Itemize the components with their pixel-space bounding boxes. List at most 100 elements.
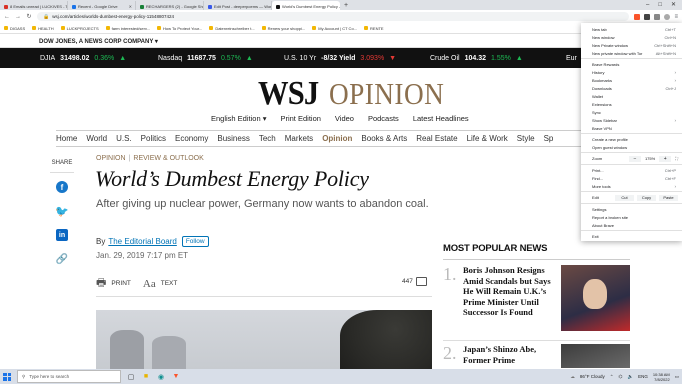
browser-tab[interactable]: Edit Post - deeperpoems — WordPr...✕ [204,1,272,10]
link-icon[interactable]: 🔗 [56,253,68,265]
most-popular-item[interactable]: 1. Boris Johnson Resigns Amid Scandals b… [443,265,630,331]
bookmark-item[interactable]: LUCKPROJECTS [60,26,99,31]
edge-icon[interactable]: ◉ [157,373,165,381]
menu-item-new-private-window[interactable]: New Private window Ctrl+Shift+N [581,41,682,49]
nav-link-u-s-[interactable]: U.S. [116,134,132,143]
author-link[interactable]: The Editorial Board [108,237,176,246]
notifications-icon[interactable]: ▭ [675,374,679,380]
paste-button[interactable]: Paste [659,194,678,201]
windows-start-icon[interactable] [3,372,11,381]
subnav-link[interactable]: Video [335,114,354,123]
nav-link-sp[interactable]: Sp [544,134,554,143]
bookmark-item[interactable]: farm interested/serv... [105,26,150,31]
menu-item-new-window[interactable]: New window Ctrl+N [581,33,682,41]
fullscreen-icon[interactable]: ⛶ [675,156,678,161]
item-headline[interactable]: Japan’s Shinzo Abe, Former Prime [463,344,555,368]
menu-item-create-a-new-profile[interactable]: Create a new profile [581,135,682,143]
bookmark-item[interactable]: Renew your shoppi... [261,26,305,31]
kicker-sub[interactable]: REVIEW & OUTLOOK [133,155,203,162]
close-window-button[interactable]: ✕ [671,1,676,10]
brave-icon[interactable]: ▼ [172,373,180,381]
zoom-in-button[interactable]: + [659,155,672,162]
browser-tab[interactable]: 8 Emails unread | LUCKIVES - Traprox✕ [0,1,68,10]
subnav-link[interactable]: English Edition ▾ [211,114,266,123]
browser-tab[interactable]: Recent - Google Drive ✕ [68,1,136,10]
nav-link-economy[interactable]: Economy [175,134,208,143]
brave-shield-icon[interactable] [634,13,641,20]
menu-item-print[interactable]: Print... Ctrl+P [581,166,682,174]
bookmark-item[interactable]: HEALTH [32,26,54,31]
nav-link-books-arts[interactable]: Books & Arts [361,134,407,143]
comments-button[interactable]: 447 [402,277,427,286]
forward-icon[interactable]: → [15,14,21,20]
nav-link-home[interactable]: Home [56,134,77,143]
copy-button[interactable]: Copy [637,194,656,201]
item-thumbnail[interactable] [561,344,630,368]
twitter-icon[interactable]: 🐦 [55,205,69,218]
menu-item-show-sidebar[interactable]: Show Sidebar › [581,116,682,124]
url-input[interactable]: 🔒 wsj.com/articles/worlds-dumbest-energy… [37,12,630,21]
menu-item-bookmarks[interactable]: Bookmarks › [581,76,682,84]
menu-item-extensions[interactable]: Extensions [581,100,682,108]
menu-item-new-tab[interactable]: New tab Ctrl+T [581,25,682,33]
nav-link-real-estate[interactable]: Real Estate [416,134,457,143]
bookmark-item[interactable]: Datenreinschreiber t... [209,26,255,31]
nav-link-style[interactable]: Style [517,134,535,143]
volume-icon[interactable]: 🔈 [627,374,633,380]
file-explorer-icon[interactable]: ■ [142,373,150,381]
menu-item-sync[interactable]: Sync [581,108,682,116]
ticker-item[interactable]: Crude Oil 104.32 1.55% ▲ [430,55,523,62]
puzzle-icon[interactable] [654,13,661,20]
taskbar-search[interactable]: ⚲ Type here to search [17,370,121,383]
bookmark-item[interactable]: How To Protect Your... [157,26,202,31]
new-tab-button[interactable]: + [340,1,352,10]
minimize-button[interactable]: – [646,1,649,10]
nav-link-life-work[interactable]: Life & Work [467,134,508,143]
subnav-link[interactable]: Podcasts [368,114,399,123]
text-size-button[interactable]: Aa TEXT [143,278,177,290]
follow-button[interactable]: Follow [181,236,209,247]
subnav-link[interactable]: Latest Headlines [413,114,469,123]
ticker-item[interactable]: Nasdaq 11687.75 0.57% ▲ [158,55,253,62]
bookmark-item[interactable]: RENTE [364,26,384,31]
menu-item-exit[interactable]: Exit [581,232,682,240]
language-indicator[interactable]: ENG [638,374,648,379]
profile-icon[interactable] [664,13,671,20]
menu-icon[interactable]: ≡ [674,14,678,20]
menu-item-about-brave[interactable]: About Brave [581,221,682,229]
nav-link-politics[interactable]: Politics [141,134,166,143]
browser-tab[interactable]: World's Dumbest Energy Policy - WSJ✕ [272,1,340,10]
menu-item-new-private-window-with-tor[interactable]: New private window with Tor Alt+Shift+N [581,49,682,57]
ticker-item[interactable]: Eur [566,55,577,62]
maximize-button[interactable]: □ [658,1,662,10]
menu-item-history[interactable]: History › [581,68,682,76]
nav-link-opinion[interactable]: Opinion [322,134,352,143]
menu-item-brave-rewards[interactable]: Brave Rewards [581,60,682,68]
clock[interactable]: 10:38 AM 7/8/2022 [653,372,670,382]
linkedin-icon[interactable]: in [56,229,68,241]
bookmark-item[interactable]: DIGASS [4,26,25,31]
network-icon[interactable]: ⌬ [619,374,623,380]
menu-item-find[interactable]: Find... Ctrl+F [581,174,682,182]
weather-text[interactable]: 86°F Cloudy [580,374,605,379]
nav-link-world[interactable]: World [86,134,107,143]
menu-item-settings[interactable]: Settings [581,205,682,213]
facebook-icon[interactable]: f [56,181,68,193]
nav-link-markets[interactable]: Markets [285,134,313,143]
menu-item-more-tools[interactable]: More tools › [581,182,682,190]
nav-link-tech[interactable]: Tech [259,134,276,143]
back-icon[interactable]: ← [4,14,10,20]
tray-arrow-icon[interactable]: ⌃ [610,374,614,380]
print-button[interactable]: 🖶 PRINT [96,274,131,293]
ticker-item[interactable]: DJIA 31498.02 0.36% ▲ [40,55,126,62]
nav-link-business[interactable]: Business [217,134,249,143]
tab-close-icon[interactable]: ✕ [129,4,132,9]
ticker-item[interactable]: U.S. 10 Yr -8/32 Yield 3.093% ▼ [284,55,396,62]
extension-icon[interactable] [644,13,651,20]
menu-item-brave-vpn[interactable]: Brave VPN [581,124,682,132]
menu-item-wallet[interactable]: Wallet [581,92,682,100]
menu-item-report-a-broken-site[interactable]: Report a broken site [581,213,682,221]
kicker-section[interactable]: OPINION [96,155,126,162]
cut-button[interactable]: Cut [615,194,634,201]
most-popular-item[interactable]: 2. Japan’s Shinzo Abe, Former Prime [443,344,630,368]
